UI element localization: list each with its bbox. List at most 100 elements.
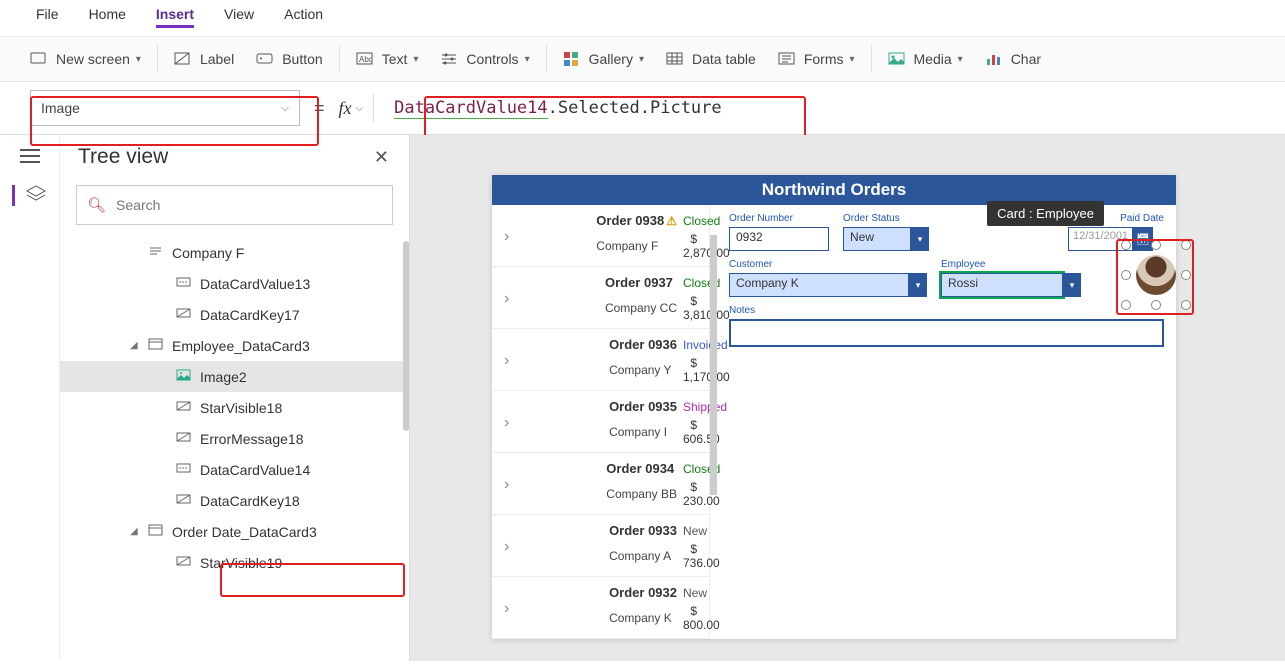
tree-item-type-icon [148,244,164,261]
resize-handle[interactable] [1151,300,1161,310]
order-row[interactable]: Order 0938⚠Closed›Company F$ 2,870.00 [492,205,709,267]
chevron-down-icon: ▾ [911,227,929,251]
order-number: Order 0937 [605,275,677,290]
notes-input[interactable] [729,319,1164,347]
button-button[interactable]: Button [256,51,322,67]
resize-handle[interactable] [1151,240,1161,250]
chevron-right-icon: › [504,538,603,556]
order-status-select[interactable]: New▾ [843,227,929,251]
order-company: Company F [596,239,677,253]
tree-item-label: Employee_DataCard3 [172,338,310,354]
formula-input[interactable]: DataCardValue14.Selected.Picture [384,94,1267,123]
chevron-right-icon: › [504,228,590,246]
chevron-down-icon: ▾ [849,54,854,65]
tree-item-image2[interactable]: Image2 [60,361,409,392]
tree-view-rail-button[interactable] [12,185,47,206]
chevron-down-icon: ▾ [1063,273,1081,297]
label-employee: Employee [941,259,1081,270]
canvas: Northwind Orders Order 0938⚠Closed›Compa… [410,135,1285,661]
image2-selection[interactable] [1126,245,1186,305]
order-number-input[interactable]: 0932 [729,227,829,251]
data-table-button[interactable]: Data table [666,51,756,67]
order-gallery[interactable]: Order 0938⚠Closed›Company F$ 2,870.00Ord… [492,205,710,639]
resize-handle[interactable] [1121,270,1131,280]
employee-avatar [1136,255,1176,295]
left-rail [0,135,60,661]
menu-insert[interactable]: Insert [156,6,194,28]
resize-handle[interactable] [1181,270,1191,280]
tree-item-starvisible18[interactable]: StarVisible18 [60,392,409,423]
resize-handle[interactable] [1121,240,1131,250]
tree-item-datacardvalue13[interactable]: DataCardValue13 [60,268,409,299]
tree-item-errormessage18[interactable]: ErrorMessage18 [60,423,409,454]
tree-scrollbar[interactable] [403,241,409,431]
property-dropdown[interactable]: Image ⌵ [30,90,300,126]
order-amount: $ 606.50 [683,418,697,446]
order-company: Company K [609,611,677,625]
controls-button[interactable]: Controls▾ [440,51,529,67]
tree-item-order-date-datacard3[interactable]: ◢ Order Date_DataCard3 [60,516,409,547]
media-button[interactable]: Media▾ [888,51,963,67]
tree-item-label: DataCardValue13 [200,276,310,292]
chevron-right-icon: › [504,414,603,432]
tree-item-datacardvalue14[interactable]: DataCardValue14 [60,454,409,485]
workspace: Tree view ✕ 🔍︎ Company FDataCardValue13D… [0,135,1285,661]
menu-action[interactable]: Action [284,6,323,28]
order-amount: $ 800.00 [683,604,697,632]
property-dropdown-value: Image [41,100,80,116]
formula-token-variable: DataCardValue14 [394,98,548,119]
menu-view[interactable]: View [224,6,254,28]
order-number: Order 0933 [609,523,677,538]
text-button[interactable]: Abc Text▾ [356,51,419,67]
menu-home[interactable]: Home [89,6,126,28]
order-row[interactable]: Order 0934Closed›Company BB$ 230.00 [492,453,709,515]
resize-handle[interactable] [1121,300,1131,310]
order-status: Closed [683,276,697,290]
menu-file[interactable]: File [36,6,59,28]
tree-search[interactable]: 🔍︎ [76,185,393,225]
chevron-down-icon: ▾ [958,54,963,65]
order-row[interactable]: Order 0936Invoiced›Company Y$ 1,170.00 [492,329,709,391]
order-company: Company BB [606,487,677,501]
employee-select[interactable]: Rossi▾ [941,273,1081,297]
customer-select[interactable]: Company K▾ [729,273,927,297]
order-company: Company CC [605,301,677,315]
expand-toggle-icon[interactable]: ◢ [130,340,140,351]
fx-button[interactable]: fx ⌵ [339,98,364,119]
tree-item-type-icon [176,492,192,509]
tree-search-input[interactable] [114,196,382,214]
order-status: New [683,586,697,600]
tree-item-company-f[interactable]: Company F [60,237,409,268]
tree-item-starvisible19[interactable]: StarVisible19 [60,547,409,578]
tree-item-employee-datacard3[interactable]: ◢ Employee_DataCard3 [60,330,409,361]
chart-icon [985,51,1003,67]
tree-item-type-icon [176,461,192,478]
close-panel-button[interactable]: ✕ [374,147,389,168]
tree-item-datacardkey17[interactable]: DataCardKey17 [60,299,409,330]
tree-item-type-icon [176,368,192,385]
formula-token-property: .Selected.Picture [548,98,722,118]
order-status: Invoiced [683,338,697,352]
order-row[interactable]: Order 0937Closed›Company CC$ 3,810.00 [492,267,709,329]
hamburger-icon[interactable] [20,149,40,163]
forms-button[interactable]: Forms▾ [778,51,855,67]
resize-handle[interactable] [1181,240,1191,250]
tree-item-label: DataCardKey18 [200,493,300,509]
order-amount: $ 1,170.00 [683,356,697,384]
tree-item-type-icon [176,399,192,416]
new-screen-button[interactable]: New screen▾ [30,51,141,67]
chart-button[interactable]: Char [985,51,1041,67]
chevron-down-icon: ⌵ [356,103,364,114]
chevron-down-icon: ▾ [525,54,530,65]
order-row[interactable]: Order 0935Shipped›Company I$ 606.50 [492,391,709,453]
resize-handle[interactable] [1181,300,1191,310]
tree-item-label: Order Date_DataCard3 [172,524,317,540]
label-button[interactable]: Label [174,51,234,67]
order-row[interactable]: Order 0933New›Company A$ 736.00 [492,515,709,577]
tree-item-datacardkey18[interactable]: DataCardKey18 [60,485,409,516]
order-row[interactable]: Order 0932New›Company K$ 800.00 [492,577,709,639]
gallery-scrollbar[interactable] [710,235,717,495]
gallery-button[interactable]: Gallery▾ [563,51,644,67]
button-icon [256,51,274,67]
expand-toggle-icon[interactable]: ◢ [130,526,140,537]
